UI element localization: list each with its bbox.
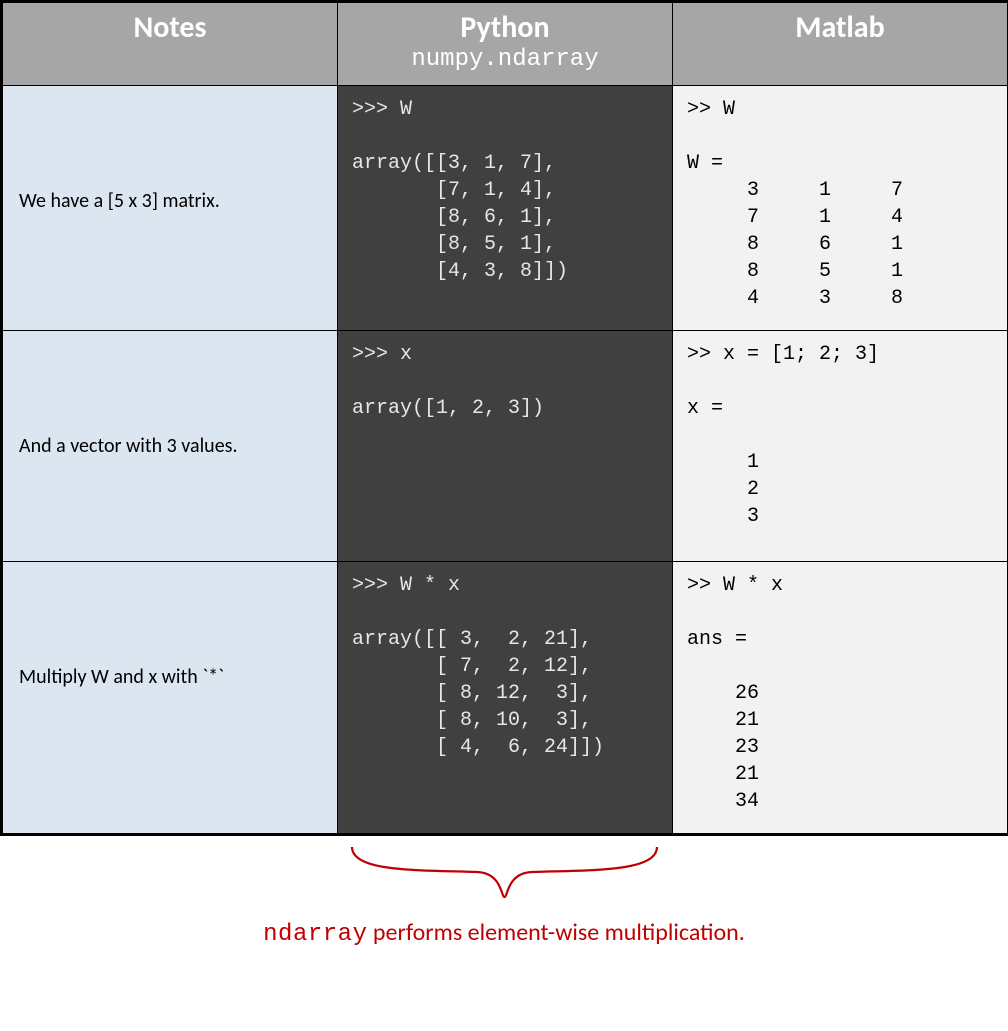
table-row: And a vector with 3 values. >>> x array(… xyxy=(3,330,1008,561)
comparison-table-frame: Notes Python numpy.ndarray Matlab xyxy=(0,0,1008,836)
curly-brace-icon xyxy=(337,842,672,912)
notes-cell: And a vector with 3 values. xyxy=(3,330,338,561)
annotation-area: ndarray performs element-wise multiplica… xyxy=(0,836,1008,986)
notes-cell: Multiply W and x with `*` xyxy=(3,561,338,833)
header-python-title: Python xyxy=(344,11,666,44)
python-code: >>> W array([[3, 1, 7], [7, 1, 4], [8, 6… xyxy=(352,96,658,285)
annotation-code-word: ndarray xyxy=(263,921,367,948)
notes-text: And a vector with 3 values. xyxy=(19,433,238,459)
header-python-subtitle: numpy.ndarray xyxy=(344,46,666,75)
header-matlab-title: Matlab xyxy=(679,11,1001,44)
header-matlab: Matlab xyxy=(673,3,1008,86)
notes-cell: We have a [5 x 3] matrix. xyxy=(3,85,338,330)
matlab-code: >> W W = 3 1 7 7 1 4 8 6 1 8 5 1 4 3 8 xyxy=(687,96,993,312)
header-python: Python numpy.ndarray xyxy=(338,3,673,86)
python-cell: >>> W * x array([[ 3, 2, 21], [ 7, 2, 12… xyxy=(338,561,673,833)
matlab-cell: >> x = [1; 2; 3] x = 1 2 3 xyxy=(673,330,1008,561)
annotation-rest: performs element-wise multiplication. xyxy=(367,918,744,947)
notes-text: Multiply W and x with `*` xyxy=(19,664,224,690)
annotation-text: ndarray performs element-wise multiplica… xyxy=(0,918,1008,948)
matlab-code: >> W * x ans = 26 21 23 21 34 xyxy=(687,572,993,815)
notes-text: We have a [5 x 3] matrix. xyxy=(19,188,220,214)
header-notes: Notes xyxy=(3,3,338,86)
matlab-code: >> x = [1; 2; 3] x = 1 2 3 xyxy=(687,341,993,530)
table-row: We have a [5 x 3] matrix. >>> W array([[… xyxy=(3,85,1008,330)
python-code: >>> W * x array([[ 3, 2, 21], [ 7, 2, 12… xyxy=(352,572,658,761)
table-row: Multiply W and x with `*` >>> W * x arra… xyxy=(3,561,1008,833)
python-cell: >>> W array([[3, 1, 7], [7, 1, 4], [8, 6… xyxy=(338,85,673,330)
matlab-cell: >> W * x ans = 26 21 23 21 34 xyxy=(673,561,1008,833)
matlab-cell: >> W W = 3 1 7 7 1 4 8 6 1 8 5 1 4 3 8 xyxy=(673,85,1008,330)
header-row: Notes Python numpy.ndarray Matlab xyxy=(3,3,1008,86)
python-cell: >>> x array([1, 2, 3]) xyxy=(338,330,673,561)
python-code: >>> x array([1, 2, 3]) xyxy=(352,341,658,422)
comparison-table: Notes Python numpy.ndarray Matlab xyxy=(2,2,1008,834)
header-notes-title: Notes xyxy=(9,11,331,44)
